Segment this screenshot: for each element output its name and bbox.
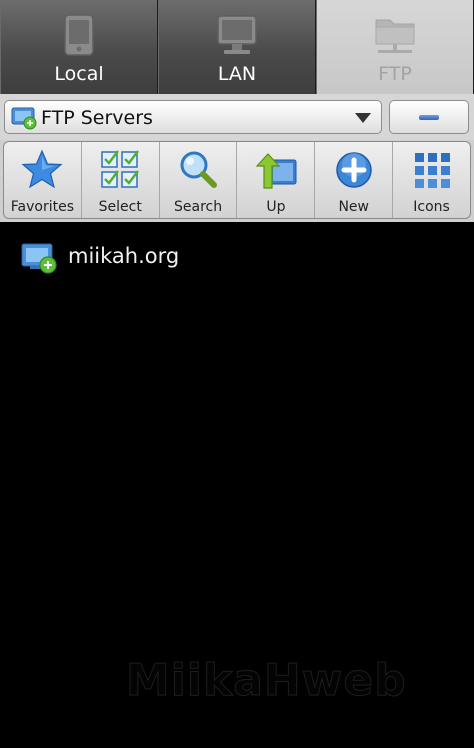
tab-ftp-label: FTP bbox=[378, 63, 412, 85]
icons-view-button[interactable]: Icons bbox=[393, 142, 470, 218]
phone-icon bbox=[64, 14, 94, 56]
favorites-label: Favorites bbox=[10, 199, 75, 215]
toolbar-buttons: Favorites Select Search Up New Icons bbox=[3, 141, 471, 219]
monitor-icon bbox=[217, 15, 257, 54]
remove-server-button[interactable] bbox=[389, 100, 469, 134]
screen: Local LAN FTP FTP Servers Favorites Sele… bbox=[0, 0, 474, 748]
plus-circle-icon bbox=[335, 152, 372, 188]
grid-view-icon bbox=[414, 153, 450, 188]
up-arrow-folder-icon bbox=[255, 153, 297, 189]
minus-icon bbox=[419, 115, 439, 120]
network-folder-icon bbox=[375, 19, 415, 53]
tab-local[interactable]: Local bbox=[0, 0, 158, 94]
star-icon bbox=[21, 149, 63, 189]
tab-lan-label: LAN bbox=[217, 63, 257, 85]
server-name: miikah.org bbox=[68, 244, 180, 268]
list-item[interactable]: miikah.org bbox=[0, 234, 474, 278]
server-dropdown-value: FTP Servers bbox=[41, 107, 153, 129]
new-label: New bbox=[338, 199, 369, 215]
chevron-down-icon bbox=[355, 113, 371, 123]
location-tabbar: Local LAN FTP bbox=[0, 0, 474, 94]
tab-lan[interactable]: LAN bbox=[158, 0, 316, 94]
tab-local-label: Local bbox=[54, 63, 104, 85]
search-label: Search bbox=[174, 199, 223, 215]
up-label: Up bbox=[266, 199, 286, 215]
server-selector-row: FTP Servers bbox=[0, 94, 474, 140]
up-button[interactable]: Up bbox=[237, 142, 316, 218]
watermark: MiikaHweb bbox=[126, 655, 407, 707]
new-button[interactable]: New bbox=[315, 142, 394, 218]
magnifier-icon bbox=[180, 151, 218, 188]
server-dropdown[interactable]: FTP Servers bbox=[4, 100, 382, 134]
search-button[interactable]: Search bbox=[160, 142, 238, 218]
tab-ftp[interactable]: FTP bbox=[316, 0, 474, 94]
ftp-server-icon bbox=[11, 107, 37, 130]
select-button[interactable]: Select bbox=[82, 142, 160, 218]
ftp-server-icon bbox=[21, 243, 57, 274]
icons-label: Icons bbox=[413, 199, 450, 215]
toolbar: Favorites Select Search Up New Icons bbox=[0, 140, 474, 222]
favorites-button[interactable]: Favorites bbox=[4, 142, 82, 218]
checkbox-grid-icon bbox=[101, 150, 140, 188]
select-label: Select bbox=[98, 199, 142, 215]
